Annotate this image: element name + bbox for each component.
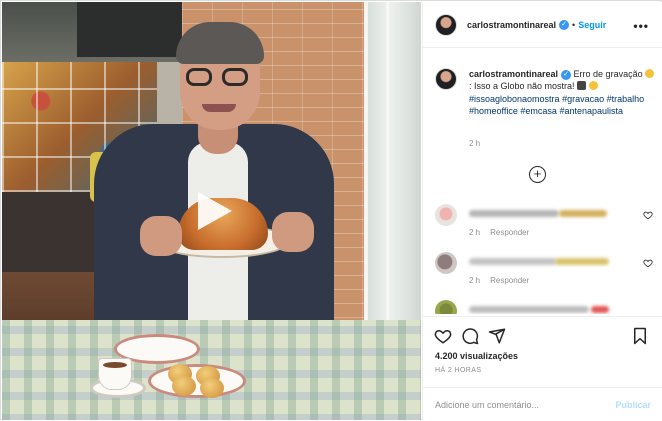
avatar[interactable] [435, 300, 457, 314]
heart-icon[interactable] [643, 258, 653, 268]
comment-icon[interactable] [461, 327, 479, 345]
grinning-emoji-icon [645, 69, 655, 78]
caption-username[interactable]: carlostramontinareal [469, 69, 558, 79]
username-link[interactable]: carlostramontinareal [467, 20, 556, 30]
verified-icon: ✓ [559, 19, 570, 30]
view-count[interactable]: 4.200 visualizações [435, 351, 518, 361]
grinning-emoji-icon [588, 81, 598, 91]
avatar[interactable] [435, 204, 457, 226]
clapperboard-emoji-icon [577, 81, 587, 91]
more-options-icon[interactable]: ••• [633, 19, 649, 33]
caption-text: carlostramontinareal ✓ Erro de gravação :… [469, 68, 655, 117]
avatar[interactable] [435, 68, 457, 90]
blurred-comment-text [591, 306, 609, 313]
comment-meta: 2 h Responder [469, 276, 529, 285]
heart-icon[interactable] [643, 210, 653, 220]
separator-dot: • [572, 19, 576, 30]
blurred-comment-text [469, 210, 559, 217]
share-icon[interactable] [488, 327, 506, 345]
caption-text-part: Erro de gravação [571, 69, 646, 79]
verified-icon: ✓ [561, 69, 572, 80]
publish-button[interactable]: Publicar [615, 400, 651, 410]
comment-item [435, 300, 657, 314]
blurred-comment-text [469, 258, 557, 265]
post-actions: 4.200 visualizações HÁ 2 HORAS Publicar [423, 316, 662, 420]
bookmark-icon[interactable] [631, 327, 649, 345]
follow-button[interactable]: Seguir [578, 20, 606, 30]
blurred-comment-text [469, 306, 589, 313]
comment-time[interactable]: 2 h [469, 276, 480, 285]
play-icon[interactable] [190, 188, 236, 234]
background-glass-door [364, 2, 421, 362]
person-right-hand [272, 212, 314, 252]
post-video[interactable] [2, 2, 421, 420]
hashtag-link[interactable]: #homeoffice [469, 106, 518, 116]
load-more-comments-icon[interactable]: + [529, 166, 546, 183]
heart-icon[interactable] [434, 327, 452, 345]
blurred-comment-text [555, 258, 609, 265]
hashtag-link[interactable]: #gravacao [562, 94, 604, 104]
post-side-panel: carlostramontinareal ✓ • Seguir ••• carl… [422, 2, 662, 420]
coffee-cup [98, 358, 132, 390]
hashtag-link[interactable]: #issoaglobonaomostra [469, 94, 560, 104]
hashtag-link[interactable]: #antenapaulista [559, 106, 623, 116]
add-comment-input[interactable] [435, 397, 605, 413]
person-hair [176, 22, 264, 64]
comment-time[interactable]: 2 h [469, 228, 480, 237]
post-header: carlostramontinareal ✓ • Seguir ••• [423, 2, 662, 48]
cheese-bread [172, 376, 196, 396]
reply-button[interactable]: Responder [490, 228, 529, 237]
avatar[interactable] [435, 252, 457, 274]
comment-item: 2 h Responder [435, 252, 657, 292]
caption-timestamp[interactable]: 2 h [469, 139, 480, 148]
post-age[interactable]: HÁ 2 HORAS [435, 367, 481, 374]
caption-text-part: : Isso a Globo não mostra! [469, 81, 578, 92]
person-left-hand [140, 216, 182, 256]
instagram-post-window: carlostramontinareal ✓ • Seguir ••• carl… [0, 0, 662, 420]
avatar[interactable] [435, 13, 457, 36]
add-comment-bar: Publicar [423, 387, 662, 421]
hashtag-link[interactable]: #emcasa [520, 106, 557, 116]
person-glasses [186, 68, 250, 86]
background-window [2, 2, 187, 62]
cheese-bread [200, 378, 224, 398]
comment-item: 2 h Responder [435, 204, 657, 244]
reply-button[interactable]: Responder [490, 276, 529, 285]
hashtag-link[interactable]: #trabalho [607, 94, 645, 104]
comment-meta: 2 h Responder [469, 228, 529, 237]
blurred-comment-text [559, 210, 607, 217]
person-mouth [202, 104, 236, 112]
